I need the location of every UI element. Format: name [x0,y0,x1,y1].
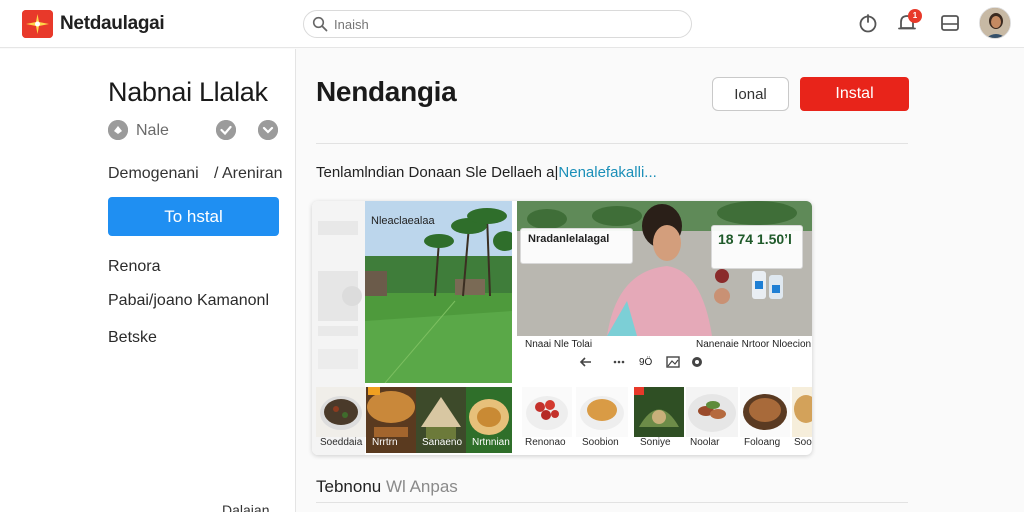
shot1-label: Nleaclaealaa [371,215,435,227]
sidebar-install-button[interactable]: To hstal [108,197,279,236]
chevron-down-icon[interactable] [258,120,278,140]
install-button[interactable]: Instal [800,77,909,111]
sidebar-title: Nabnai Llalak [108,77,268,107]
app-description: Tenlamlndian Donaan Sle Dellaeh a|Nenale… [316,164,657,181]
food-label-6: Soobion [582,437,619,448]
gallery-shot-landscape[interactable] [365,201,512,383]
sidebar-category-alt[interactable]: / Areniran [214,165,282,183]
food-label-4: Nrtnnian [472,437,510,448]
sidebar-link-1[interactable]: Renora [108,258,160,276]
badge-icon [108,120,128,140]
food-label-3: Sanaeno [422,437,463,448]
description-link[interactable]: Nenalefakalli... [558,164,656,181]
screenshot-gallery: Nleaclaealaa Nradanlelalagal 18 74 1.50ʼ… [312,201,812,455]
food-label-5: Renonao [525,437,566,448]
secondary-button[interactable]: Ional [712,77,789,111]
share-icon[interactable] [690,355,704,369]
top-bar: Netdaulagai 1 [0,0,1024,48]
shot2-caption-right: Nanenaie Nrtoor Nloecion [696,339,812,350]
section-title-main: Tebnonu [316,477,382,496]
description-text: Tenlamlndian Donaan Sle Dellaeh a| [316,164,559,181]
more-icon[interactable] [612,355,626,369]
shot2-number: 9Ö [639,357,653,368]
app-logo-icon[interactable] [22,10,53,38]
shot2-caption: Nnaai Nle Tolai [525,339,593,350]
sidebar-category[interactable]: Demogenani [108,165,199,183]
price-text: 18 74 1.50ʼl [718,231,792,247]
search-icon [312,16,328,32]
section-title-muted[interactable]: Wl Anpas [386,477,458,496]
food-label-9: Foloang [744,437,781,448]
search-input[interactable] [334,15,674,34]
sidebar-bottom-label[interactable]: Dalaian [222,502,269,512]
food-label-2: Nrrtrn [372,437,398,448]
avatar[interactable] [979,7,1011,39]
food-label-7: Soniye [640,437,671,448]
window-icon[interactable] [939,12,961,34]
page-title: Nendangia [316,76,457,107]
notification-badge: 1 [908,9,922,23]
sidebar-link-2[interactable]: Pabai/joano Kamanonl [108,292,269,310]
section-title: Tebnonu Wl Anpas [316,477,458,497]
sidebar-link-3[interactable]: Betske [108,329,157,347]
brand-name[interactable]: Netdaulagai [60,13,165,35]
food-label-8: Noolar [690,437,720,448]
section-divider [316,502,908,503]
sidebar-meta-row: Nale [108,120,288,140]
power-icon[interactable] [857,12,879,34]
search-bar[interactable] [303,10,692,38]
left-sidebar [0,49,296,512]
food-label-1: Soeddaia [320,437,363,448]
check-icon[interactable] [216,120,236,140]
image-icon[interactable] [666,355,680,369]
sidebar-meta-label: Nale [136,122,169,139]
back-arrow-icon[interactable] [579,355,593,369]
food-label-10: Soop [794,437,812,448]
divider [316,143,908,144]
shot2-label: Nradanlelalagal [528,233,610,245]
